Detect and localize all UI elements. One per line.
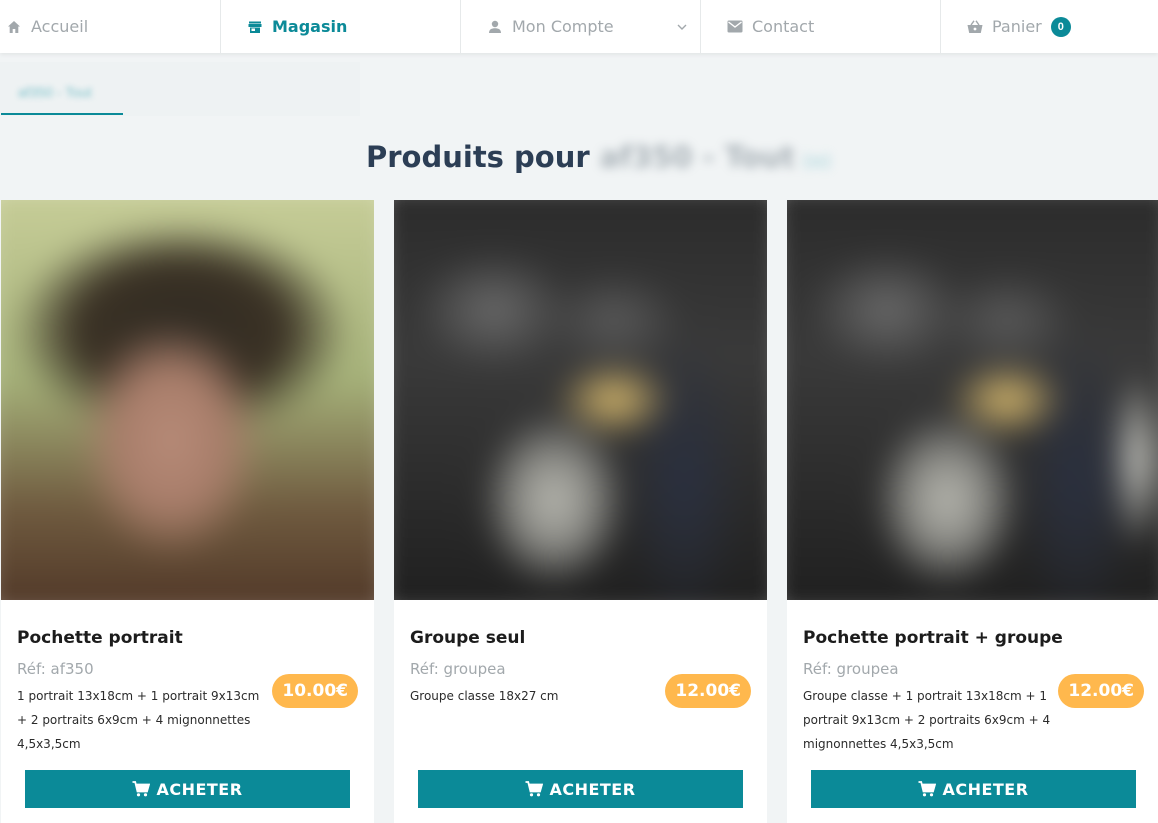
product-ref: Réf: af350 [17,660,94,678]
product-ref: Réf: groupea [410,660,506,678]
price-badge: 10.00€ [272,674,358,708]
product-title: Pochette portrait + groupe [803,628,1063,648]
product-description: Groupe classe 18x27 cm [410,689,559,703]
product-ref: Réf: groupea [803,660,899,678]
nav-label: Panier [992,17,1042,36]
product-card: Pochette portrait + groupe Réf: groupea … [787,200,1158,823]
buy-button-label: ACHETER [549,779,636,799]
buy-button[interactable]: ACHETER [418,770,743,808]
cart-icon [132,781,151,797]
price-badge: 12.00€ [665,674,751,708]
product-card: Pochette portrait Réf: af350 1 portrait … [1,200,374,823]
price-badge: 12.00€ [1058,674,1144,708]
buy-button-label: ACHETER [156,779,243,799]
cart-icon [918,781,937,797]
nav-label: Accueil [31,17,89,36]
product-photo[interactable] [394,200,767,600]
product-photo[interactable] [787,200,1158,600]
user-icon [487,19,503,35]
cart-icon [525,781,544,797]
home-icon [6,19,22,35]
product-description: Groupe classe + 1 portrait 13x18cm + 1 p… [803,689,1051,751]
basket-icon [967,19,983,35]
page-title-blurred: af350 - Tout (x) [600,140,831,174]
page-title-prefix: Produits pour [366,140,590,174]
page-title: Produits pour af350 - Tout (x) [366,140,831,176]
tab-active-underline [1,113,123,115]
product-title: Pochette portrait [17,628,183,648]
page-title-blurred-text: af350 - Tout [599,140,795,174]
nav-item-panier[interactable]: Panier 0 [941,0,1158,53]
nav-label: Contact [752,17,815,36]
top-navbar: Accueil Magasin Mon Compte Contact Panie… [0,0,1158,53]
nav-label: Magasin [272,17,348,36]
cart-count-badge: 0 [1050,16,1071,37]
mail-icon [727,19,743,35]
nav-item-magasin[interactable]: Magasin [221,0,461,53]
product-title: Groupe seul [410,628,526,648]
nav-item-accueil[interactable]: Accueil [0,0,221,53]
chevron-down-icon [676,20,688,38]
buy-button[interactable]: ACHETER [25,770,350,808]
nav-label: Mon Compte [512,17,614,36]
store-icon [247,19,263,35]
tab-all[interactable]: af350 - Tout [18,84,92,100]
product-description: 1 portrait 13x18cm + 1 portrait 9x13cm +… [17,689,260,751]
product-photo[interactable] [1,200,374,600]
page-title-blurred-tail: (x) [803,151,832,172]
buy-button[interactable]: ACHETER [811,770,1136,808]
nav-item-contact[interactable]: Contact [701,0,941,53]
nav-item-mon-compte[interactable]: Mon Compte [461,0,701,53]
buy-button-label: ACHETER [942,779,1029,799]
product-card: Groupe seul Réf: groupea Groupe classe 1… [394,200,767,823]
